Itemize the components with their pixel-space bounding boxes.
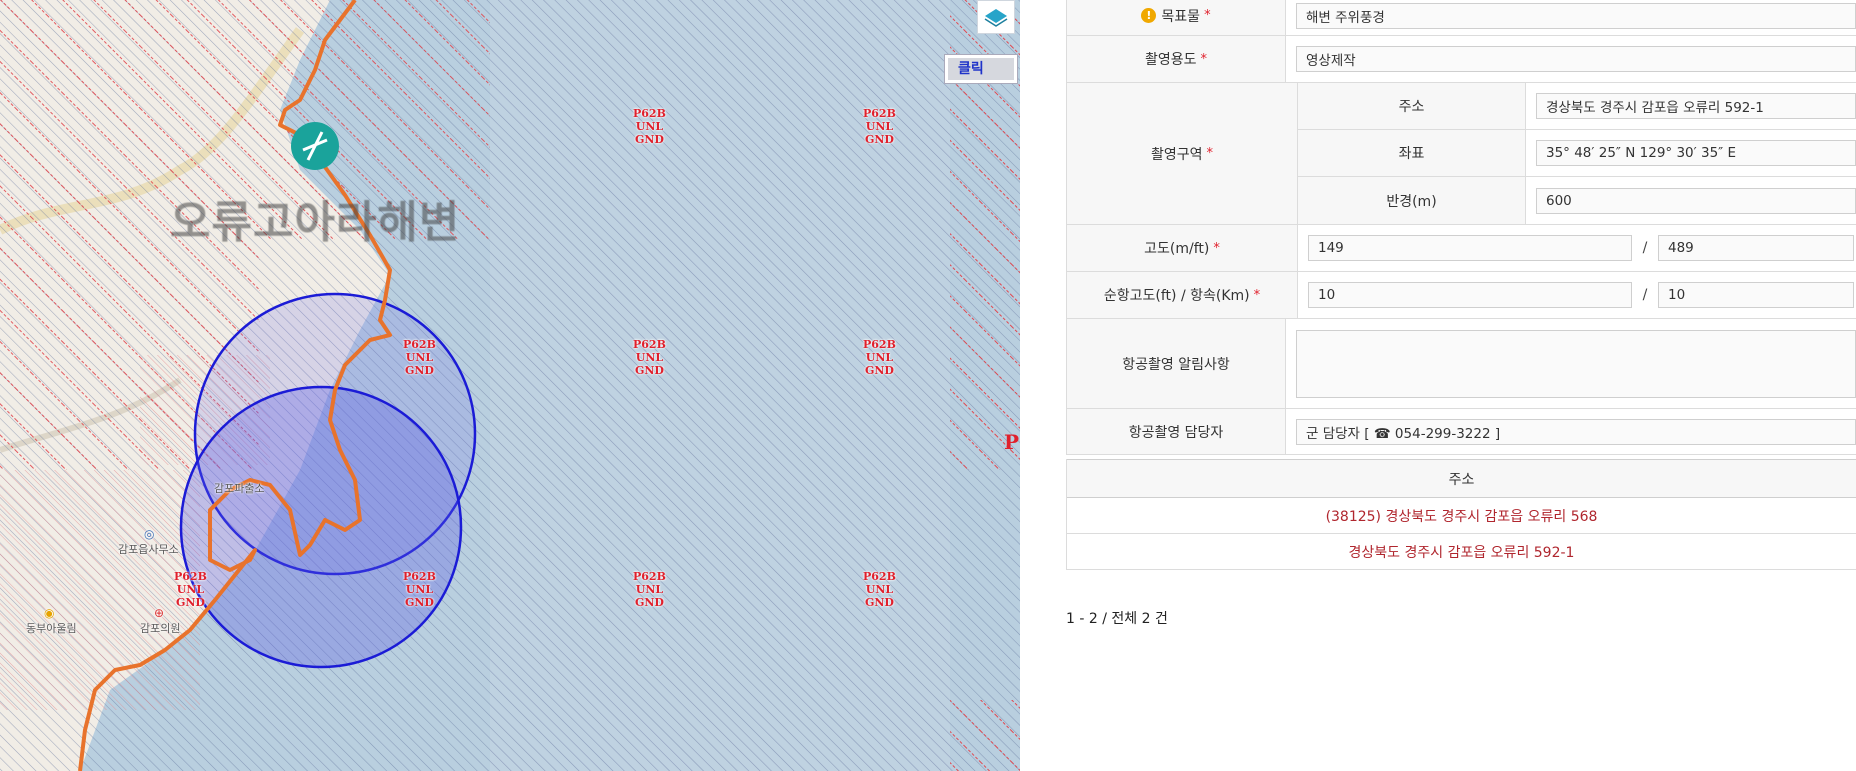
label-purpose: 촬영용도 * xyxy=(1066,36,1286,82)
map-click-button[interactable]: 클릭 xyxy=(944,54,1018,84)
zone-label: P62B UNL GND xyxy=(863,570,896,609)
row-area: 촬영구역 * 주소 경상북도 경주시 감포읍 오류리 592-1 좌표 35° 4… xyxy=(1066,82,1856,225)
zone-label: P62B UNL GND xyxy=(633,107,666,146)
separator: / xyxy=(1642,240,1648,256)
poi-label-facility: ◉ 동부아울림 xyxy=(26,606,77,635)
zone-label: P62B UNL GND xyxy=(403,570,436,609)
poi-label-police: 감포파출소 xyxy=(214,482,265,495)
zone-label-edge: P xyxy=(1004,430,1020,454)
address-input[interactable]: 경상북도 경주시 감포읍 오류리 592-1 xyxy=(1536,93,1856,119)
label-contact: 항공촬영 담당자 xyxy=(1066,409,1286,454)
table-row[interactable]: (38125) 경상북도 경주시 감포읍 오류리 568 xyxy=(1067,498,1856,534)
zone-label: P62B UNL GND xyxy=(403,338,436,377)
place-name-label: 오류고아라해변 xyxy=(170,197,461,248)
label-area: 촬영구역 * xyxy=(1066,83,1298,224)
row-cruise: 순항고도(ft) / 항속(Km) * 10 / 10 xyxy=(1066,271,1856,318)
zone-label: P62B UNL GND xyxy=(633,570,666,609)
row-altitude: 고도(m/ft) * 149 / 489 xyxy=(1066,224,1856,271)
label-coordinate: 좌표 xyxy=(1298,130,1526,176)
address-table: 주소 (38125) 경상북도 경주시 감포읍 오류리 568 경상북도 경주시… xyxy=(1066,459,1856,570)
layers-icon xyxy=(984,9,1008,27)
altitude-feet-input[interactable]: 489 xyxy=(1658,235,1854,261)
row-purpose: 촬영용도 * 영상제작 xyxy=(1066,35,1856,82)
radius-input[interactable]: 600 xyxy=(1536,188,1856,214)
zone-label: P62B UNL GND xyxy=(863,338,896,377)
row-target: ! 목표물 * 해변 주위풍경 xyxy=(1066,0,1856,36)
row-notice: 항공촬영 알림사항 xyxy=(1066,318,1856,408)
flight-form: ! 목표물 * 해변 주위풍경 촬영용도 * 영상제작 촬영구역 * 주소 경상북도 … xyxy=(1066,0,1856,771)
notice-textarea[interactable] xyxy=(1296,329,1856,398)
zone-label: P62B UNL GND xyxy=(633,338,666,377)
table-row[interactable]: 경상북도 경주시 감포읍 오류리 592-1 xyxy=(1067,534,1856,570)
row-contact: 항공촬영 담당자 군 담당자 [ ☎ 054-299-3222 ] xyxy=(1066,408,1856,455)
altitude-meters-input[interactable]: 149 xyxy=(1308,235,1632,261)
label-radius: 반경(m) xyxy=(1298,177,1526,225)
zone-label: P62B UNL GND xyxy=(174,570,207,609)
cruise-speed-input[interactable]: 10 xyxy=(1658,282,1854,308)
label-address: 주소 xyxy=(1298,83,1526,129)
facility-icon: ◉ xyxy=(44,606,55,620)
address-table-header: 주소 xyxy=(1067,459,1856,498)
coordinate-input[interactable]: 35° 48′ 25″ N 129° 30′ 35″ E xyxy=(1536,140,1856,166)
result-count: 1 - 2 / 전체 2 건 xyxy=(1066,611,1168,627)
label-cruise: 순항고도(ft) / 항속(Km) * xyxy=(1066,272,1298,318)
separator: / xyxy=(1642,287,1648,303)
label-target: ! 목표물 * xyxy=(1066,0,1286,36)
warning-icon: ! xyxy=(1141,8,1157,23)
purpose-select[interactable]: 영상제작 xyxy=(1296,46,1856,72)
government-office-icon: ◎ xyxy=(144,527,155,541)
layer-toggle-button[interactable] xyxy=(977,0,1015,34)
poi-label-office: ◎ 감포읍사무소 xyxy=(118,527,179,556)
map-view[interactable]: 오류고아라해변 P62B UNL GND P62B UNL GND P62B UNL GND… xyxy=(0,0,1020,771)
poi-label-hospital: ⊕ 감포의원 xyxy=(140,606,181,635)
label-notice: 항공촬영 알림사항 xyxy=(1066,319,1286,408)
target-input[interactable]: 해변 주위풍경 xyxy=(1296,2,1856,29)
hospital-icon: ⊕ xyxy=(154,606,165,620)
contact-field: 군 담당자 [ ☎ 054-299-3222 ] xyxy=(1296,418,1856,445)
cruise-altitude-input[interactable]: 10 xyxy=(1308,282,1632,308)
label-altitude: 고도(m/ft) * xyxy=(1066,225,1298,271)
zone-label: P62B UNL GND xyxy=(863,107,896,146)
